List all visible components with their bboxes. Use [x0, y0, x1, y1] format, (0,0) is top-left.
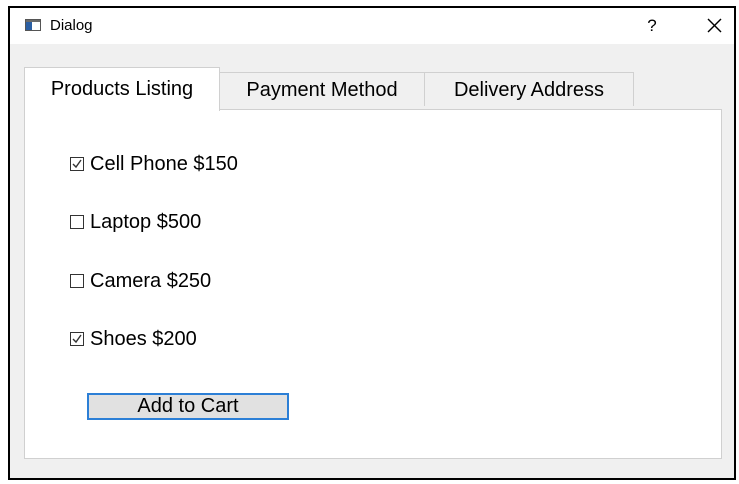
checkbox-checked-icon[interactable]: [70, 332, 84, 346]
close-button[interactable]: [700, 12, 730, 40]
product-checkbox-shoes[interactable]: Shoes $200: [70, 325, 197, 353]
add-to-cart-button[interactable]: Add to Cart: [87, 393, 289, 420]
window-title: Dialog: [50, 17, 93, 34]
application-window-icon: [25, 19, 41, 31]
close-icon: [707, 18, 722, 33]
help-button[interactable]: ?: [638, 13, 666, 39]
checkbox-unchecked-icon[interactable]: [70, 274, 84, 288]
dialog-window: Dialog ? Products Listing Payment Method…: [8, 6, 736, 480]
product-label: Cell Phone $150: [90, 152, 238, 175]
tab-payment-method[interactable]: Payment Method: [219, 72, 425, 106]
product-label: Camera $250: [90, 269, 212, 292]
product-label: Laptop $500: [90, 210, 202, 233]
product-label: Shoes $200: [90, 327, 197, 350]
title-bar[interactable]: Dialog ?: [10, 8, 734, 44]
product-checkbox-laptop[interactable]: Laptop $500: [70, 208, 201, 236]
product-checkbox-cell-phone[interactable]: Cell Phone $150: [70, 150, 238, 178]
tab-delivery-address[interactable]: Delivery Address: [424, 72, 634, 106]
checkbox-checked-icon[interactable]: [70, 157, 84, 171]
checkbox-unchecked-icon[interactable]: [70, 215, 84, 229]
product-checkbox-camera[interactable]: Camera $250: [70, 267, 211, 295]
products-listing-panel: Cell Phone $150 Laptop $500 Camera $250 …: [24, 109, 722, 459]
tab-products-listing[interactable]: Products Listing: [24, 67, 220, 111]
